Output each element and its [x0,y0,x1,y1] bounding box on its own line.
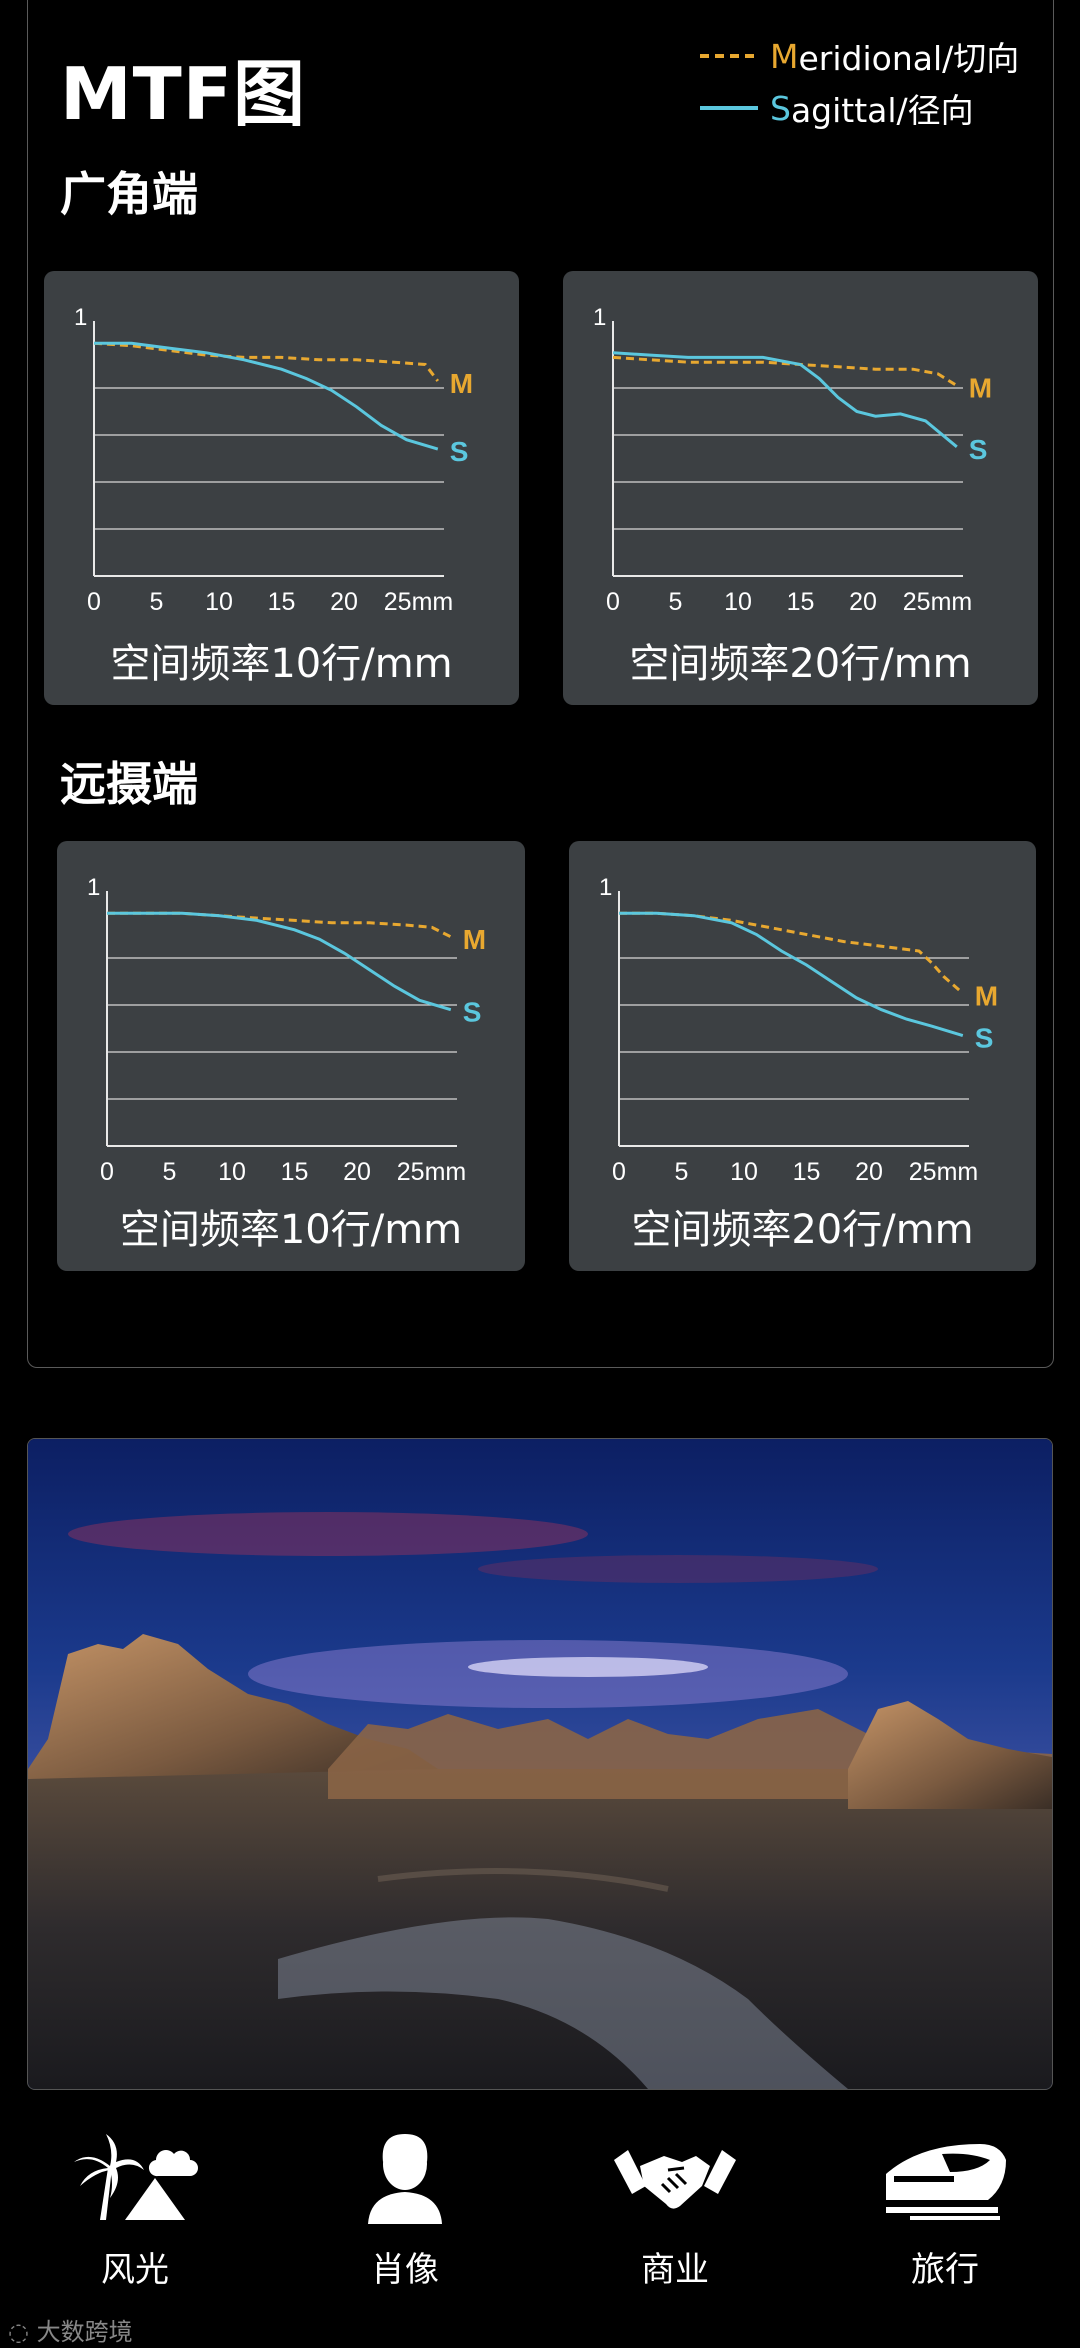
legend-initial: S [770,88,791,128]
series-label-s: S [450,436,469,467]
x-tick-label: 0 [606,588,620,616]
series-label-m: M [450,368,473,399]
x-axis-label: 空间频率20行/mm [629,641,972,687]
x-tick-label: 15 [281,1158,309,1186]
x-tick-label: 0 [87,588,101,616]
legend-text: eridional/切向 [798,39,1020,78]
series-label-m: M [463,924,486,955]
series-label-s: S [463,997,482,1028]
x-tick-label: 25mm [909,1158,978,1186]
series-label-m: M [969,373,992,404]
portrait-icon [368,2134,442,2224]
dashed-line-icon [700,54,758,58]
chart-legend: Meridional/切向 Sagittal/径向 [700,30,1019,134]
nav-label: 商业 [641,2250,709,2290]
nav-label: 风光 [101,2250,169,2290]
series-line-s [107,911,452,1012]
x-tick-label: 25mm [903,588,972,616]
x-axis-label: 空间频率10行/mm [119,1207,463,1253]
x-axis-label: 空间频率20行/mm [631,1207,974,1253]
x-tick-label: 20 [849,588,877,616]
solid-line-icon [700,106,758,110]
page-title: MTF图 [60,52,306,136]
section-title-tele: 远摄端 [60,757,198,811]
x-tick-label: 5 [675,1158,689,1186]
handshake-icon [614,2150,736,2209]
mtf-chart-tele-20: 1 0 5 10 15 20 25mm M S 空间频率20行/mm [569,841,1036,1271]
watermark-text: 大数跨境 [36,2318,133,2346]
x-tick-label: 0 [612,1158,626,1186]
x-tick-label: 15 [268,588,296,616]
y-max-label: 1 [593,304,606,331]
x-axis-label: 空间频率10行/mm [110,641,453,687]
x-tick-label: 15 [787,588,815,616]
x-tick-label: 20 [343,1158,371,1186]
watermark: ◌ 大数跨境 [8,2312,133,2347]
section-title-wide: 广角端 [60,167,198,221]
landscape-icon [74,2134,198,2220]
series-label-m: M [975,980,998,1011]
x-tick-label: 10 [205,588,233,616]
series-line-s [612,351,958,448]
series-line-m [93,341,439,382]
y-max-label: 1 [599,874,612,901]
x-tick-label: 20 [855,1158,883,1186]
x-tick-label: 0 [100,1158,114,1186]
nav-label: 旅行 [911,2250,979,2290]
x-tick-label: 5 [150,588,164,616]
x-tick-label: 5 [669,588,683,616]
series-label-s: S [975,1023,994,1054]
mtf-chart-wide-20: 1 0 5 10 15 20 25mm M S 空间频率20行/mm [563,271,1038,705]
legend-text: agittal/径向 [790,91,974,130]
landscape-photo [27,1438,1053,2090]
x-tick-label: 10 [730,1158,758,1186]
yardang-landscape-image [28,1439,1052,2089]
legend-meridional: Meridional/切向 [700,30,1019,82]
watermark-logo-icon: ◌ [8,2318,29,2346]
x-tick-label: 25mm [384,588,453,616]
mtf-chart-wide-10: 1 0 5 10 15 20 25mm M S 空间频率10行/mm [44,271,519,705]
series-line-m [619,911,964,995]
legend-initial: M [770,36,799,76]
y-max-label: 1 [74,304,87,331]
x-tick-label: 15 [793,1158,821,1186]
nav-landscape[interactable]: 风光 [45,2120,225,2291]
mtf-chart-tele-10: 1 0 5 10 15 20 25mm M S 空间频率10行/mm [57,841,525,1271]
nav-business[interactable]: 商业 [585,2120,765,2291]
series-label-s: S [969,434,988,465]
series-line-s [94,341,439,451]
y-max-label: 1 [87,874,100,901]
train-icon [886,2144,1006,2220]
nav-portrait[interactable]: 肖像 [315,2120,495,2291]
legend-sagittal: Sagittal/径向 [700,82,1019,134]
x-tick-label: 20 [330,588,358,616]
x-tick-label: 5 [163,1158,177,1186]
x-tick-label: 10 [724,588,752,616]
x-tick-label: 25mm [397,1158,466,1186]
x-tick-label: 10 [218,1158,246,1186]
nav-travel[interactable]: 旅行 [855,2120,1035,2291]
nav-label: 肖像 [371,2250,439,2290]
